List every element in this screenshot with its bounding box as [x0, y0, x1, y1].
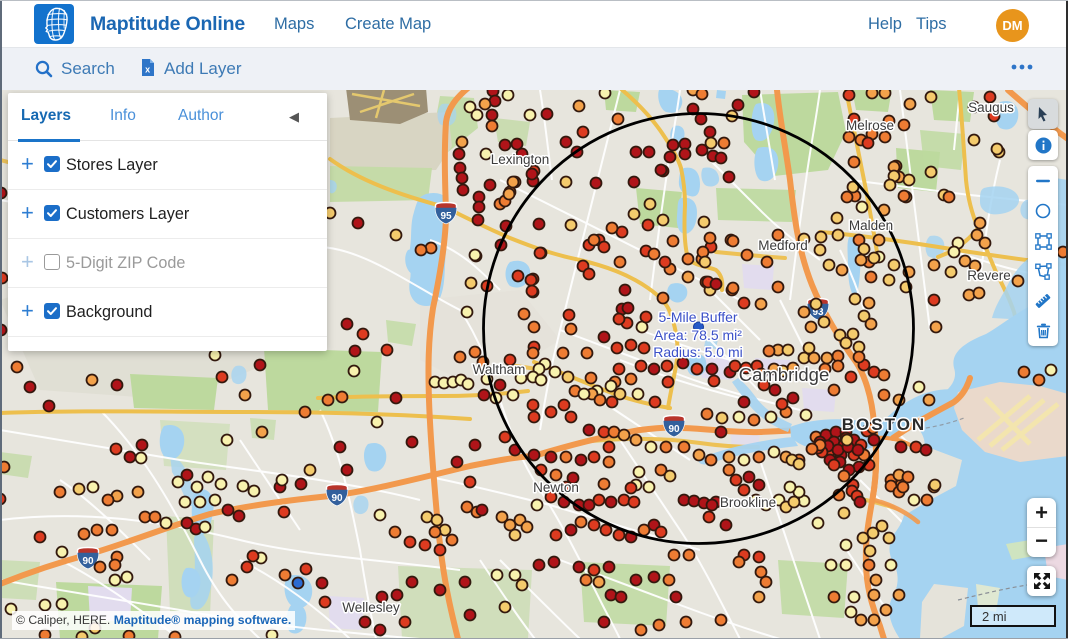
svg-text:90: 90 — [331, 493, 343, 504]
svg-text:90: 90 — [82, 556, 94, 567]
svg-text:Brookline: Brookline — [720, 495, 776, 510]
svg-text:x: x — [145, 65, 150, 75]
svg-text:5-Mile Buffer: 5-Mile Buffer — [658, 309, 737, 325]
svg-text:Radius: 5.0 mi: Radius: 5.0 mi — [653, 344, 742, 360]
svg-text:Waltham: Waltham — [473, 362, 526, 377]
svg-text:Newton: Newton — [533, 480, 579, 495]
svg-text:Malden: Malden — [849, 218, 893, 233]
svg-text:90: 90 — [668, 424, 680, 435]
svg-text:Cambridge: Cambridge — [739, 364, 830, 385]
svg-text:Melrose: Melrose — [846, 118, 894, 133]
svg-text:95: 95 — [440, 211, 452, 222]
svg-text:Lexington: Lexington — [491, 152, 550, 167]
svg-text:Revere: Revere — [967, 268, 1011, 283]
svg-text:Saugus: Saugus — [968, 100, 1014, 115]
svg-text:Area: 78.5 mi²: Area: 78.5 mi² — [654, 327, 742, 343]
svg-text:Wellesley: Wellesley — [342, 600, 400, 615]
svg-text:BOSTON: BOSTON — [842, 415, 926, 434]
svg-text:Medford: Medford — [758, 238, 808, 253]
